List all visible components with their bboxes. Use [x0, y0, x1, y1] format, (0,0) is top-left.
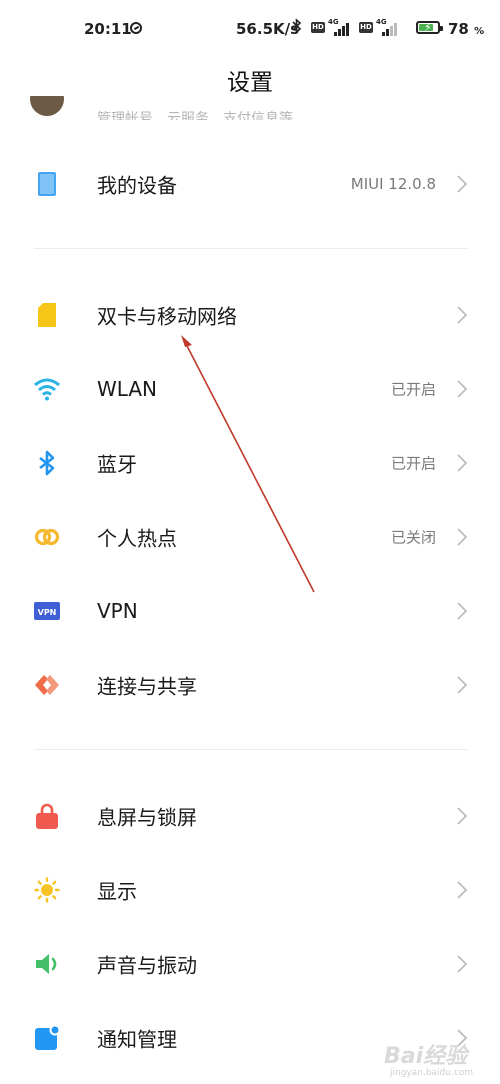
settings-item-value: 已开启	[390, 380, 436, 399]
section-divider	[34, 749, 468, 750]
tablet-icon	[34, 171, 60, 197]
hd-voice-icon-2: HD	[359, 22, 373, 33]
settings-item-label: 蓝牙	[97, 452, 137, 477]
settings-item-share[interactable]: 连接与共享	[0, 648, 500, 722]
hd-voice-icon: HD	[311, 22, 325, 33]
chevron-right-icon	[456, 527, 468, 547]
settings-item-sim[interactable]: 双卡与移动网络	[0, 278, 500, 352]
my-device-label: 我的设备	[97, 173, 177, 198]
settings-item-label: 连接与共享	[97, 674, 197, 699]
settings-item-label: WLAN	[97, 377, 158, 401]
speaker-icon	[34, 951, 60, 977]
settings-item-wlan[interactable]: WLAN 已开启	[0, 352, 500, 426]
chevron-right-icon	[456, 675, 468, 695]
account-subtitle: 管理帐号、云服务、支付信息等	[97, 111, 293, 120]
watermark-url: jingyan.baidu.com	[390, 1068, 474, 1078]
lock-icon	[34, 803, 60, 829]
status-time: 20:11	[84, 20, 132, 38]
battery-icon: ⚡	[416, 21, 443, 34]
settings-item-label: 显示	[97, 879, 137, 904]
chevron-right-icon	[456, 601, 468, 621]
settings-item-value: 已开启	[390, 454, 436, 473]
watermark-text: Bai经验	[384, 1044, 468, 1069]
wifi-icon	[34, 376, 60, 402]
settings-item-value: 已关闭	[390, 528, 436, 547]
settings-item-label: VPN	[97, 599, 138, 623]
connection-share-icon	[34, 672, 60, 698]
chevron-right-icon	[456, 453, 468, 473]
settings-item-label: 双卡与移动网络	[97, 304, 237, 329]
bluetooth-icon	[34, 450, 60, 476]
settings-item-label: 通知管理	[97, 1027, 177, 1052]
data-saver-icon	[130, 22, 142, 34]
battery-percent: 78 %	[448, 20, 485, 38]
settings-item-hotspot[interactable]: 个人热点 已关闭	[0, 500, 500, 574]
bluetooth-status-icon	[292, 18, 302, 38]
signal-strength-icon-2: 4G	[376, 18, 400, 36]
page-title: 设置	[227, 70, 273, 96]
sim-card-icon	[34, 302, 60, 328]
notification-icon	[34, 1024, 61, 1051]
section-divider	[34, 248, 468, 249]
chevron-right-icon	[456, 305, 468, 325]
baidu-jingyan-watermark: Bai经验 jingyan.baidu.com	[380, 1028, 500, 1084]
hotspot-icon	[34, 524, 60, 550]
status-bar: 20:11 56.5K/s HD 4G HD 4G ⚡ 78 %	[0, 0, 500, 58]
settings-item-label: 个人热点	[97, 526, 177, 551]
my-device-value: MIUI 12.0.8	[350, 175, 436, 193]
settings-item-lock[interactable]: 息屏与锁屏	[0, 779, 500, 853]
avatar	[30, 96, 68, 122]
settings-item-label: 息屏与锁屏	[97, 805, 197, 830]
settings-item-sound[interactable]: 声音与振动	[0, 927, 500, 1001]
vpn-badge-text: VPN	[38, 608, 57, 617]
chevron-right-icon	[456, 880, 468, 900]
my-device-row[interactable]: 我的设备 MIUI 12.0.8	[0, 147, 500, 221]
chevron-right-icon	[456, 379, 468, 399]
chevron-right-icon	[456, 174, 468, 194]
settings-item-vpn[interactable]: VPN VPN	[0, 574, 500, 648]
chevron-right-icon	[456, 954, 468, 974]
signal-strength-icon: 4G	[328, 18, 352, 36]
charging-icon: ⚡	[424, 21, 432, 34]
settings-item-display[interactable]: 显示	[0, 853, 500, 927]
network-speed: 56.5K/s	[236, 20, 300, 38]
settings-item-label: 声音与振动	[97, 953, 197, 978]
sun-icon	[34, 877, 60, 903]
chevron-right-icon	[456, 806, 468, 826]
settings-item-bluetooth[interactable]: 蓝牙 已开启	[0, 426, 500, 500]
vpn-icon: VPN	[34, 598, 60, 624]
